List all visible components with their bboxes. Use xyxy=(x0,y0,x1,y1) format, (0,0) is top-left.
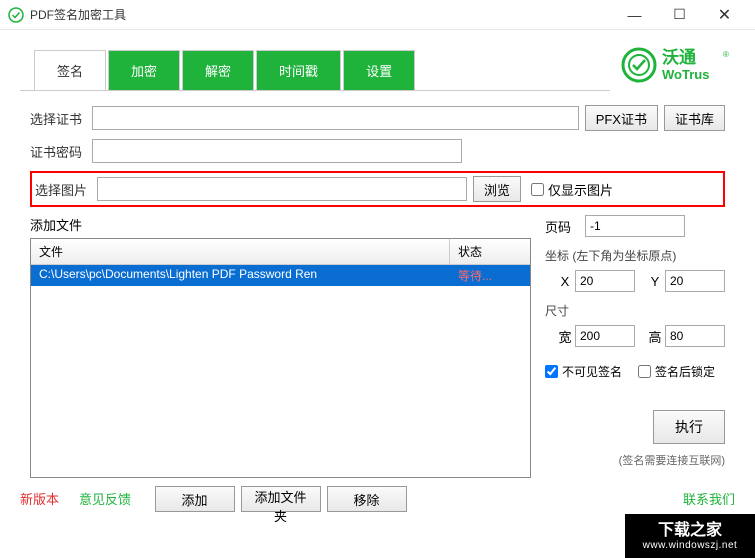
cert-label: 选择证书 xyxy=(30,109,92,128)
y-label: Y xyxy=(645,274,665,289)
lock-after-sig-input[interactable] xyxy=(638,365,651,378)
pfx-cert-button[interactable]: PFX证书 xyxy=(585,105,658,131)
pwd-row: 证书密码 xyxy=(30,139,725,163)
x-input[interactable] xyxy=(575,270,635,292)
image-label: 选择图片 xyxy=(35,180,97,199)
execute-button[interactable]: 执行 xyxy=(653,410,725,444)
image-row-highlighted: 选择图片 浏览 仅显示图片 xyxy=(30,171,725,207)
only-show-image-input[interactable] xyxy=(531,183,544,196)
page-input[interactable] xyxy=(585,215,685,237)
footer: 新版本 意见反馈 联系我们 xyxy=(20,489,735,508)
cert-store-button[interactable]: 证书库 xyxy=(664,105,725,131)
sig-internet-note: (签名需要连接互联网) xyxy=(619,452,725,468)
svg-text:沃通: 沃通 xyxy=(662,47,696,67)
svg-text:®: ® xyxy=(723,50,729,59)
w-input[interactable] xyxy=(575,325,635,347)
app-icon xyxy=(8,7,24,23)
pwd-input[interactable] xyxy=(92,139,462,163)
h-label: 高 xyxy=(645,327,665,346)
file-table: 文件 状态 C:\Users\pc\Documents\Lighten PDF … xyxy=(30,238,531,478)
titlebar: PDF签名加密工具 — ☐ ✕ xyxy=(0,0,755,30)
feedback-link[interactable]: 意见反馈 xyxy=(79,489,131,508)
add-file-label: 添加文件 xyxy=(30,215,531,234)
tabs: 签名 加密 解密 时间戳 设置 xyxy=(20,50,610,91)
file-status-cell: 等待... xyxy=(450,265,530,286)
tab-settings[interactable]: 设置 xyxy=(343,50,415,90)
titlebar-title: PDF签名加密工具 xyxy=(30,6,612,23)
col-file[interactable]: 文件 xyxy=(31,239,450,264)
x-label: X xyxy=(555,274,575,289)
w-label: 宽 xyxy=(555,327,575,346)
invisible-sig-input[interactable] xyxy=(545,365,558,378)
contact-link[interactable]: 联系我们 xyxy=(683,489,735,508)
svg-text:WoTrus: WoTrus xyxy=(662,67,709,82)
page-label: 页码 xyxy=(545,217,585,236)
maximize-button[interactable]: ☐ xyxy=(657,0,702,30)
cert-input[interactable] xyxy=(92,106,579,130)
new-version-link[interactable]: 新版本 xyxy=(20,489,59,508)
col-status[interactable]: 状态 xyxy=(450,239,530,264)
lock-after-sig-checkbox[interactable]: 签名后锁定 xyxy=(638,363,715,380)
tab-encrypt[interactable]: 加密 xyxy=(108,50,180,90)
coord-label: 坐标 (左下角为坐标原点) xyxy=(545,247,725,264)
side-panel: 页码 坐标 (左下角为坐标原点) X Y 尺寸 宽 高 xyxy=(545,215,725,512)
close-button[interactable]: ✕ xyxy=(702,0,747,30)
size-label: 尺寸 xyxy=(545,302,725,319)
cert-row: 选择证书 PFX证书 证书库 xyxy=(30,105,725,131)
wotrus-logo: 沃通 WoTrus ® xyxy=(620,45,735,90)
y-input[interactable] xyxy=(665,270,725,292)
invisible-sig-checkbox[interactable]: 不可见签名 xyxy=(545,363,622,380)
minimize-button[interactable]: — xyxy=(612,0,657,30)
tab-sign[interactable]: 签名 xyxy=(34,50,106,90)
tab-decrypt[interactable]: 解密 xyxy=(182,50,254,90)
only-show-image-checkbox[interactable]: 仅显示图片 xyxy=(531,180,613,199)
file-table-header: 文件 状态 xyxy=(31,239,530,265)
image-input[interactable] xyxy=(97,177,467,201)
table-row[interactable]: C:\Users\pc\Documents\Lighten PDF Passwo… xyxy=(31,265,530,286)
file-path-cell: C:\Users\pc\Documents\Lighten PDF Passwo… xyxy=(31,265,450,286)
browse-button[interactable]: 浏览 xyxy=(473,176,521,202)
h-input[interactable] xyxy=(665,325,725,347)
pwd-label: 证书密码 xyxy=(30,142,92,161)
tab-timestamp[interactable]: 时间戳 xyxy=(256,50,341,90)
watermark: 下载之家 www.windowszj.net xyxy=(625,514,755,558)
